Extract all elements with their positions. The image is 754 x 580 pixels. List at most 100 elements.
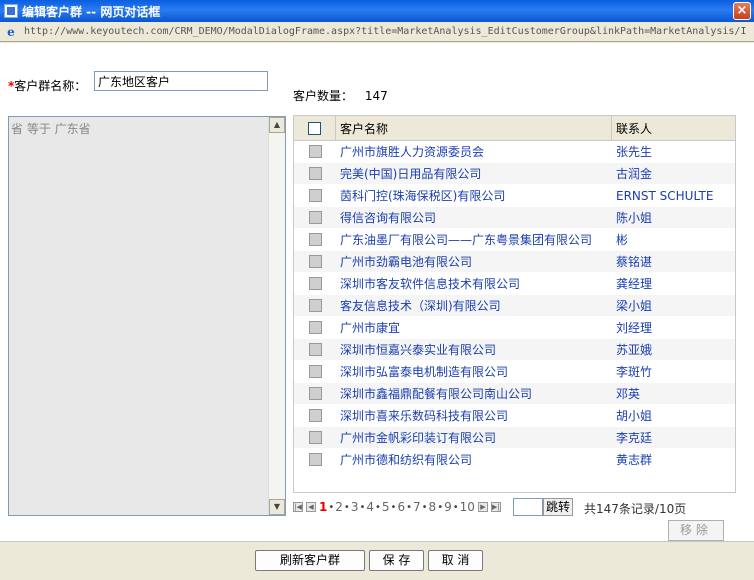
row-checkbox[interactable] — [308, 167, 322, 180]
contact-link[interactable]: 李斑竹 — [612, 361, 735, 382]
contact-link[interactable]: 胡小姐 — [612, 405, 735, 426]
customer-name-link[interactable]: 深圳市客友软件信息技术有限公司 — [336, 273, 612, 294]
prev-page-icon[interactable]: ◀ — [306, 502, 316, 512]
page-number-link[interactable]: 2 — [335, 500, 343, 514]
row-checkbox[interactable] — [308, 145, 322, 158]
customer-name-link[interactable]: 广州市劲霸电池有限公司 — [336, 251, 612, 272]
table-row[interactable]: 茵科门控(珠海保税区)有限公司 ERNST SCHULTE — [294, 185, 735, 207]
page-number-link[interactable]: 8 — [429, 500, 437, 514]
scroll-down-icon[interactable]: ▼ — [269, 499, 285, 515]
page-number-link[interactable]: 10 — [460, 500, 475, 514]
row-checkbox[interactable] — [308, 299, 322, 312]
page-number-link[interactable]: 7 — [413, 500, 421, 514]
customer-name-link[interactable]: 得信咨询有限公司 — [336, 207, 612, 228]
table-row[interactable]: 深圳市弘富泰电机制造有限公司 李斑竹 — [294, 361, 735, 383]
row-checkbox[interactable] — [308, 255, 322, 268]
window-titlebar: 编辑客户群 -- 网页对话框 — [0, 0, 754, 22]
customer-name-link[interactable]: 深圳市弘富泰电机制造有限公司 — [336, 361, 612, 382]
window-title: 编辑客户群 -- 网页对话框 — [22, 4, 161, 19]
last-page-icon[interactable]: ▶| — [490, 502, 501, 512]
customer-name-link[interactable]: 客友信息技术（深圳)有限公司 — [336, 295, 612, 316]
table-row[interactable]: 深圳市鑫福鼎配餐有限公司南山公司 邓英 — [294, 383, 735, 405]
contact-link[interactable]: 张先生 — [612, 141, 735, 162]
customer-name-link[interactable]: 广东油墨厂有限公司——广东粤景集团有限公司 — [336, 229, 612, 250]
contact-link[interactable]: 蔡铭谌 — [612, 251, 735, 272]
save-button[interactable]: 保 存 — [369, 550, 424, 571]
row-checkbox[interactable] — [308, 365, 322, 378]
column-header-name[interactable]: 客户名称 — [336, 116, 612, 140]
customer-name-link[interactable]: 广州市德和纺织有限公司 — [336, 449, 612, 470]
next-page-icon[interactable]: ▶ — [477, 502, 488, 512]
row-checkbox[interactable] — [308, 409, 322, 422]
contact-link[interactable]: ERNST SCHULTE — [612, 185, 735, 206]
table-row[interactable]: 得信咨询有限公司 陈小姐 — [294, 207, 735, 229]
select-all-checkbox[interactable] — [308, 121, 321, 135]
dialog-icon — [4, 4, 18, 18]
contact-link[interactable]: 龚经理 — [612, 273, 735, 294]
table-row[interactable]: 深圳市客友软件信息技术有限公司 龚经理 — [294, 273, 735, 295]
customer-name-link[interactable]: 广州市金帆彩印装订有限公司 — [336, 427, 612, 448]
contact-link[interactable]: 刘经理 — [612, 317, 735, 338]
row-checkbox[interactable] — [308, 387, 322, 400]
table-row[interactable]: 深圳市恒嘉兴泰实业有限公司 苏亚娥 — [294, 339, 735, 361]
row-checkbox[interactable] — [308, 321, 322, 334]
table-row[interactable]: 广州市德和纺织有限公司 黄志群 — [294, 449, 735, 471]
contact-link[interactable]: 李克廷 — [612, 427, 735, 448]
customer-name-link[interactable]: 深圳市恒嘉兴泰实业有限公司 — [336, 339, 612, 360]
page-number-link[interactable]: 1 — [319, 500, 327, 514]
table-row[interactable]: 广州市旗胜人力资源委员会 张先生 — [294, 141, 735, 163]
table-row[interactable]: 广州市金帆彩印装订有限公司 李克廷 — [294, 427, 735, 449]
table-row[interactable]: 广州市劲霸电池有限公司 蔡铭谌 — [294, 251, 735, 273]
customer-name-link[interactable]: 完美(中国)日用品有限公司 — [336, 163, 612, 184]
bottom-button-bar: 刷新客户群 保 存 取 消 — [0, 541, 754, 580]
contact-link[interactable]: 梁小姐 — [612, 295, 735, 316]
page-number-link[interactable]: 4 — [366, 500, 374, 514]
customer-name-link[interactable]: 广州市旗胜人力资源委员会 — [336, 141, 612, 162]
contact-link[interactable]: 古润金 — [612, 163, 735, 184]
row-checkbox[interactable] — [308, 453, 322, 466]
table-row[interactable]: 广东油墨厂有限公司——广东粤景集团有限公司彬 — [294, 229, 735, 251]
criteria-scrollbar[interactable]: ▲ ▼ — [268, 117, 285, 515]
table-row[interactable]: 客友信息技术（深圳)有限公司 梁小姐 — [294, 295, 735, 317]
dialog-content: *客户群名称： 客户数量： 147 省 等于 广东省 ▲ ▼ 客户名称 联系人 … — [0, 43, 754, 580]
row-checkbox[interactable] — [308, 211, 322, 224]
page-number-link[interactable]: 3 — [351, 500, 359, 514]
contact-link[interactable]: 苏亚娥 — [612, 339, 735, 360]
row-checkbox[interactable] — [308, 277, 322, 290]
contact-link[interactable]: 邓英 — [612, 383, 735, 404]
page-jump-input[interactable] — [513, 498, 543, 516]
page-separator: • — [406, 501, 412, 513]
jump-button[interactable]: 跳转 — [543, 498, 573, 516]
column-header-contact[interactable]: 联系人 — [612, 116, 735, 140]
table-row[interactable]: 广州市康宜 刘经理 — [294, 317, 735, 339]
remove-button[interactable]: 移除 — [668, 520, 724, 541]
row-checkbox[interactable] — [308, 431, 322, 444]
row-checkbox[interactable] — [308, 343, 322, 356]
total-records: 共147条记录/10页 — [584, 502, 687, 516]
first-page-icon[interactable]: |◀ — [293, 502, 303, 512]
row-checkbox[interactable] — [308, 233, 322, 246]
page-number-link[interactable]: 5 — [382, 500, 390, 514]
refresh-group-button[interactable]: 刷新客户群 — [255, 550, 365, 571]
address-bar: e http://www.keyoutech.com/CRM_DEMO/Moda… — [0, 22, 754, 42]
scroll-up-icon[interactable]: ▲ — [269, 117, 285, 133]
contact-link[interactable]: 彬 — [612, 229, 735, 250]
cancel-button[interactable]: 取 消 — [428, 550, 483, 571]
table-row[interactable]: 深圳市喜来乐数码科技有限公司 胡小姐 — [294, 405, 735, 427]
page-separator: • — [452, 501, 459, 513]
contact-link[interactable]: 黄志群 — [612, 449, 735, 470]
customer-name-link[interactable]: 茵科门控(珠海保税区)有限公司 — [336, 185, 612, 206]
criteria-textarea[interactable]: 省 等于 广东省 ▲ ▼ — [8, 116, 286, 516]
row-checkbox[interactable] — [308, 189, 322, 202]
customer-grid: 客户名称 联系人 广州市旗胜人力资源委员会 张先生 完美(中国)日用品有限公司 古润金… — [293, 115, 736, 493]
group-name-input[interactable] — [94, 71, 268, 91]
customer-name-link[interactable]: 广州市康宜 — [336, 317, 612, 338]
page-number-link[interactable]: 6 — [397, 500, 405, 514]
customer-name-link[interactable]: 深圳市喜来乐数码科技有限公司 — [336, 405, 612, 426]
close-icon[interactable]: × — [733, 2, 751, 20]
contact-link[interactable]: 陈小姐 — [612, 207, 735, 228]
table-row[interactable]: 完美(中国)日用品有限公司 古润金 — [294, 163, 735, 185]
customer-name-link[interactable]: 深圳市鑫福鼎配餐有限公司南山公司 — [336, 383, 612, 404]
page-number-link[interactable]: 9 — [444, 500, 452, 514]
group-name-label: *客户群名称： — [8, 79, 87, 93]
